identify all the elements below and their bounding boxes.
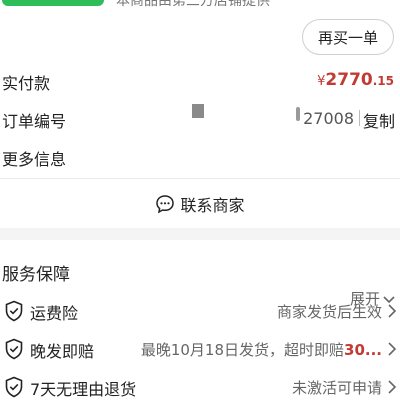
shield-check-icon bbox=[5, 338, 23, 360]
chevron-right-icon bbox=[388, 380, 397, 394]
section-gap bbox=[0, 228, 400, 240]
rebuy-button[interactable]: 再买一单 bbox=[302, 19, 394, 55]
more-info-row[interactable]: 更多信息 展开 bbox=[0, 142, 400, 308]
shield-check-icon bbox=[5, 376, 23, 398]
third-party-note: 本商品由第三方店铺提供 bbox=[116, 0, 270, 9]
compensation-amount: 30... bbox=[344, 341, 382, 359]
contact-merchant-button[interactable]: 联系商家 bbox=[0, 192, 400, 216]
copy-separator bbox=[359, 110, 360, 126]
order-number-value: 27008 bbox=[303, 109, 354, 128]
payment-row: 实付款 ¥2770.15 bbox=[0, 66, 400, 94]
service-item-value: 未激活可申请 bbox=[291, 379, 382, 397]
amount-decimal: .15 bbox=[372, 74, 394, 88]
service-item-shipping-insurance[interactable]: 运费险 商家发货后生效 bbox=[0, 297, 400, 325]
payment-label: 实付款 bbox=[2, 74, 51, 93]
service-item-name: 晚发即赔 bbox=[30, 342, 95, 361]
service-item-value: 商家发货后生效 bbox=[276, 303, 382, 321]
service-item-name: 7天无理由退货 bbox=[30, 380, 137, 399]
section-divider bbox=[0, 178, 400, 179]
service-guarantee-title: 服务保障 bbox=[2, 265, 70, 285]
shield-check-icon bbox=[5, 300, 23, 322]
order-number-label: 订单编号 bbox=[2, 112, 67, 131]
payment-amount: ¥2770.15 bbox=[317, 70, 394, 90]
copy-button[interactable]: 复制 bbox=[363, 108, 395, 132]
service-item-name: 运费险 bbox=[30, 304, 79, 323]
masked-order-digits bbox=[192, 104, 204, 118]
amount-main: 2770 bbox=[325, 70, 373, 90]
contact-merchant-label: 联系商家 bbox=[180, 196, 245, 215]
late-shipping-terms: 最晚10月18日发货，超时即赔 bbox=[140, 341, 345, 359]
more-info-label: 更多信息 bbox=[2, 150, 67, 169]
chevron-right-icon bbox=[388, 304, 397, 318]
chevron-right-icon bbox=[388, 342, 397, 356]
chat-bubble-icon bbox=[156, 195, 175, 214]
service-item-7-day-return[interactable]: 7天无理由退货 未激活可申请 bbox=[0, 373, 400, 401]
shop-tag bbox=[2, 0, 104, 6]
service-item-value: 最晚10月18日发货，超时即赔30... bbox=[141, 339, 382, 360]
service-item-late-shipping-compensation[interactable]: 晚发即赔 最晚10月18日发货，超时即赔30... bbox=[0, 335, 400, 363]
top-banner: 本商品由第三方店铺提供 bbox=[0, 0, 400, 14]
masked-order-digits-edge bbox=[296, 107, 300, 121]
